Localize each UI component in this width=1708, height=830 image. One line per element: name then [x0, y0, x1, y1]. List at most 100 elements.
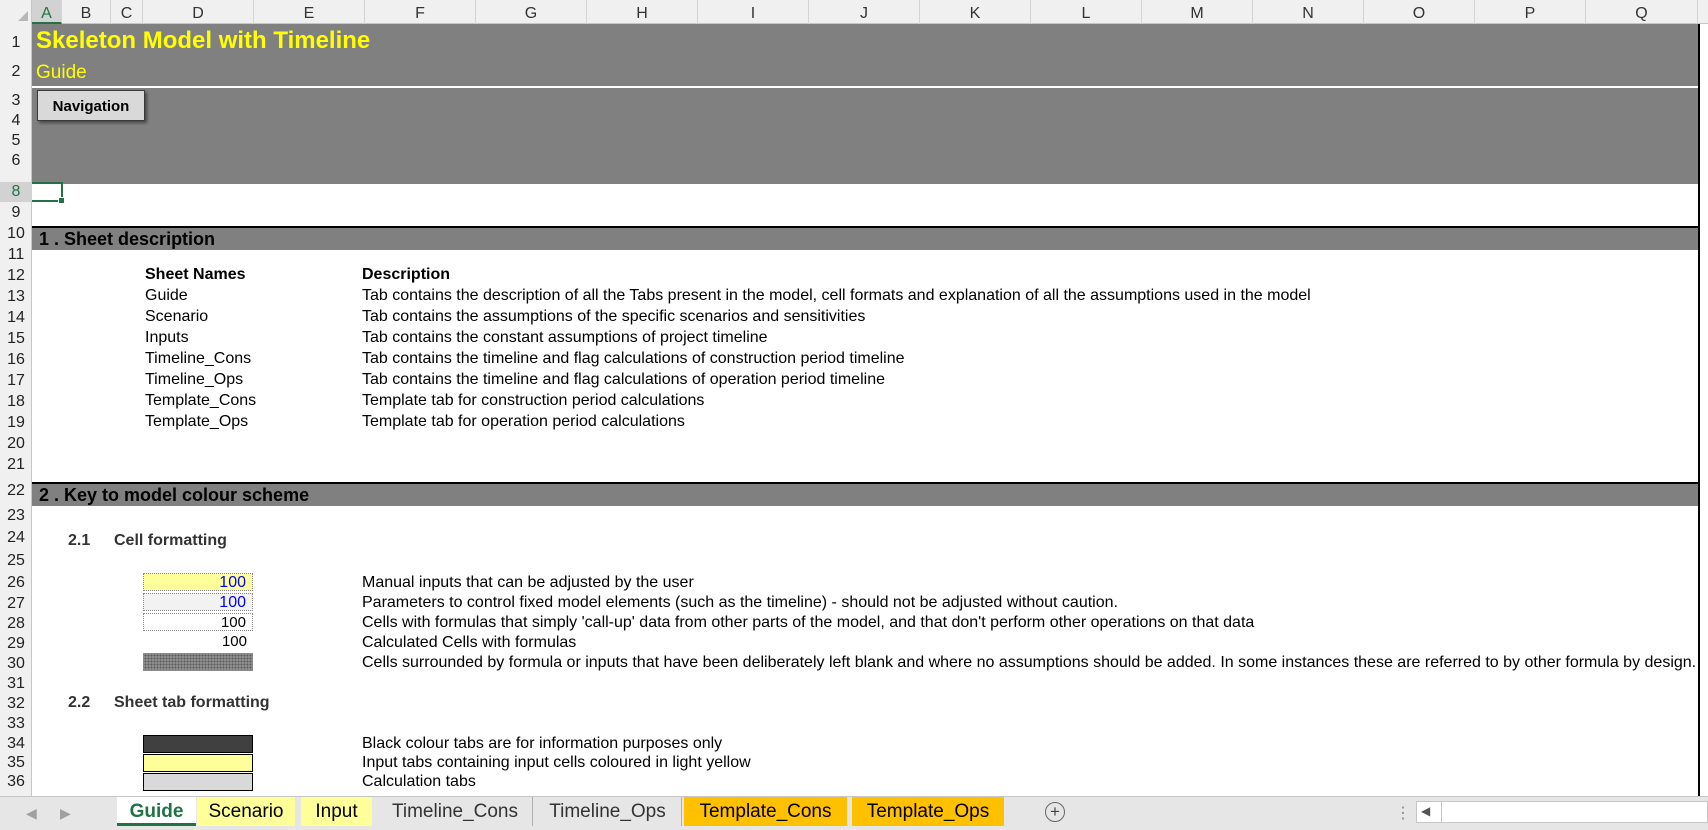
- input-cell-sample: 100: [143, 573, 253, 591]
- row-header[interactable]: 27: [0, 594, 32, 614]
- scrollbar-divider: [1441, 802, 1442, 822]
- sheet-description: Template tab for operation period calcul…: [362, 413, 685, 430]
- row-header[interactable]: 18: [0, 392, 32, 412]
- sheet-name: Scenario: [145, 308, 209, 325]
- sheet-tab-timeline-cons[interactable]: Timeline_Cons: [378, 797, 533, 826]
- section-heading-sheet-description: 1 . Sheet description: [32, 226, 1698, 250]
- row-header[interactable]: 15: [0, 329, 32, 349]
- scroll-left-icon[interactable]: ◀: [1421, 804, 1430, 818]
- column-header-q[interactable]: Q: [1586, 0, 1698, 24]
- sheet-tab-timeline-ops[interactable]: Timeline_Ops: [534, 797, 682, 826]
- column-header-i[interactable]: I: [698, 0, 809, 24]
- sheet-tab-input[interactable]: Input: [301, 797, 372, 826]
- navigation-button[interactable]: Navigation: [37, 90, 145, 121]
- column-header-j[interactable]: J: [809, 0, 920, 24]
- row-header[interactable]: 19: [0, 413, 32, 433]
- horizontal-scrollbar[interactable]: ◀: [1416, 801, 1708, 823]
- sheet-tab-guide[interactable]: Guide: [117, 797, 196, 826]
- format-description: Calculated Cells with formulas: [362, 634, 577, 651]
- row-header[interactable]: 12: [0, 266, 32, 286]
- tab-split-handle-icon[interactable]: ⋮: [1395, 803, 1411, 823]
- sheet-name: Template_Ops: [145, 413, 249, 430]
- row-header[interactable]: 35: [0, 753, 32, 773]
- sheet-tab-template-ops[interactable]: Template_Ops: [852, 797, 1004, 826]
- column-header-f[interactable]: F: [365, 0, 476, 24]
- row-header[interactable]: 24: [0, 528, 32, 548]
- column-header-d[interactable]: D: [143, 0, 254, 24]
- sheet-tab-template-cons[interactable]: Template_Cons: [684, 797, 847, 826]
- subsection-title-cell-formatting: Cell formatting: [114, 532, 227, 549]
- header-divider: [32, 86, 1698, 88]
- page-title: Skeleton Model with Timeline: [36, 27, 371, 54]
- column-header-a[interactable]: A: [32, 0, 62, 24]
- sheet-tab-scenario[interactable]: Scenario: [197, 797, 295, 826]
- column-header-bar: A B C D E F G H I J K L M N O P Q: [0, 0, 1708, 24]
- row-header[interactable]: 17: [0, 371, 32, 391]
- sheet-description: Tab contains the constant assumptions of…: [362, 329, 768, 346]
- active-cell-a8[interactable]: [32, 182, 65, 204]
- sheet-grid[interactable]: Skeleton Model with Timeline Guide Navig…: [32, 24, 1698, 796]
- row-header[interactable]: 11: [0, 245, 32, 265]
- row-header[interactable]: 5: [0, 132, 32, 150]
- sheet-name: Timeline_Cons: [145, 350, 252, 367]
- row-header[interactable]: 14: [0, 308, 32, 328]
- calculated-cell-sample: 100: [143, 633, 253, 651]
- row-header[interactable]: 2: [0, 62, 32, 82]
- row-header[interactable]: 33: [0, 714, 32, 734]
- row-header[interactable]: 30: [0, 654, 32, 674]
- sheet-description: Template tab for construction period cal…: [362, 392, 705, 409]
- row-header[interactable]: 26: [0, 573, 32, 593]
- row-header[interactable]: 29: [0, 634, 32, 654]
- column-label-description: Description: [362, 266, 451, 283]
- column-header-c[interactable]: C: [111, 0, 143, 24]
- column-header-o[interactable]: O: [1364, 0, 1475, 24]
- sheet-name: Guide: [145, 287, 188, 304]
- page-subtitle: Guide: [36, 62, 87, 83]
- format-description: Parameters to control fixed model elemen…: [362, 594, 1118, 611]
- row-header[interactable]: 32: [0, 694, 32, 714]
- parameter-cell-sample: 100: [143, 593, 253, 611]
- column-header-m[interactable]: M: [1142, 0, 1253, 24]
- row-header-bar: 1 2 3 4 5 6 8 9 10 11 12 13 14 15 16 17 …: [0, 24, 32, 796]
- tab-swatch-grey: [143, 773, 253, 791]
- column-header-n[interactable]: N: [1253, 0, 1364, 24]
- row-header[interactable]: 22: [0, 481, 32, 501]
- row-header[interactable]: 9: [0, 203, 32, 223]
- scroll-tabs-right-icon[interactable]: ▶: [60, 805, 71, 822]
- row-header[interactable]: 21: [0, 455, 32, 475]
- column-header-h[interactable]: H: [587, 0, 698, 24]
- column-header-e[interactable]: E: [254, 0, 365, 24]
- column-header-g[interactable]: G: [476, 0, 587, 24]
- tab-format-description: Calculation tabs: [362, 773, 476, 790]
- row-header[interactable]: 25: [0, 551, 32, 571]
- column-header-k[interactable]: K: [920, 0, 1031, 24]
- format-description: Cells surrounded by formula or inputs th…: [362, 654, 1697, 671]
- row-header[interactable]: 36: [0, 772, 32, 792]
- scroll-tabs-left-icon[interactable]: ◀: [26, 805, 37, 822]
- column-header-l[interactable]: L: [1031, 0, 1142, 24]
- row-header[interactable]: 23: [0, 506, 32, 526]
- column-header-p[interactable]: P: [1475, 0, 1586, 24]
- row-header[interactable]: 28: [0, 614, 32, 634]
- sheet-description: Tab contains the description of all the …: [362, 287, 1311, 304]
- tab-format-description: Input tabs containing input cells colour…: [362, 754, 751, 771]
- select-all-corner[interactable]: [0, 0, 32, 24]
- row-header[interactable]: 16: [0, 350, 32, 370]
- row-header[interactable]: 1: [0, 32, 32, 54]
- row-header[interactable]: 34: [0, 734, 32, 754]
- row-header[interactable]: 6: [0, 152, 32, 170]
- sheet-name: Inputs: [145, 329, 189, 346]
- row-header[interactable]: 3: [0, 92, 32, 110]
- format-description: Manual inputs that can be adjusted by th…: [362, 574, 694, 591]
- row-header[interactable]: 20: [0, 434, 32, 454]
- section-heading-colour-scheme: 2 . Key to model colour scheme: [32, 482, 1698, 506]
- row-header[interactable]: 8: [0, 182, 32, 202]
- column-header-b[interactable]: B: [62, 0, 111, 24]
- subsection-number: 2.1: [68, 532, 91, 549]
- blank-cell-sample: [143, 653, 253, 671]
- row-header[interactable]: 10: [0, 224, 32, 244]
- row-header[interactable]: 31: [0, 674, 32, 694]
- row-header[interactable]: 4: [0, 112, 32, 130]
- add-sheet-icon[interactable]: +: [1045, 802, 1065, 822]
- row-header[interactable]: 13: [0, 287, 32, 307]
